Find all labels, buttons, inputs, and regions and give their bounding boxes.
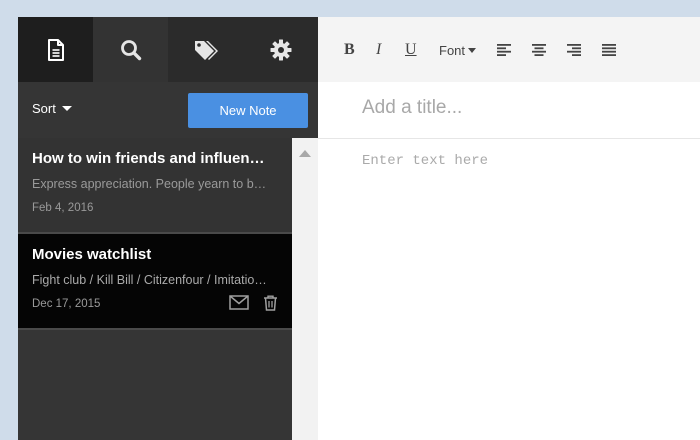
note-date: Dec 17, 2015 [32,298,101,310]
note-actions [229,295,278,311]
sort-label: Sort [32,101,56,116]
align-center-icon [532,44,546,56]
italic-button[interactable]: I [376,39,381,61]
list-item[interactable]: How to win friends and influence people … [18,138,292,234]
note-title: Movies watchlist [32,246,152,263]
note-excerpt: Fight club / Kill Bill / Citizenfour / I… [32,273,272,287]
new-note-button[interactable]: New Note [188,93,308,128]
chevron-down-icon [61,106,72,111]
trash-icon[interactable] [263,295,278,311]
scroll-up-arrow-icon[interactable] [299,150,311,157]
note-excerpt: Express appreciation. People yearn to be… [32,177,272,191]
align-left-icon [497,44,511,56]
align-right-icon [567,44,581,56]
title-input[interactable] [362,97,700,119]
sort-dropdown[interactable]: Sort [32,101,72,116]
format-toolbar: B I U Font [318,17,700,82]
mail-icon[interactable] [229,295,249,311]
sidebar: Sort New Note How to win friends and inf… [18,17,318,440]
notes-list: How to win friends and influence people … [18,138,292,330]
tab-settings[interactable] [243,17,318,82]
tab-search[interactable] [93,17,168,82]
align-left-button[interactable] [497,39,511,61]
gear-icon [270,39,291,60]
editor-pane: B I U Font [318,17,700,440]
document-icon [47,38,64,61]
search-icon [120,39,141,60]
title-divider [318,138,700,139]
notes-app: Sort New Note How to win friends and inf… [18,17,700,440]
note-date: Feb 4, 2016 [32,202,94,214]
tags-icon [194,40,218,60]
notes-scrollbar[interactable] [292,138,318,440]
note-title: How to win friends and influence people [32,150,272,167]
justify-button[interactable] [602,39,616,61]
sidebar-tabbar [18,17,318,82]
tab-notes[interactable] [18,17,93,82]
align-right-button[interactable] [567,39,581,61]
underline-button[interactable]: U [405,39,417,61]
sidebar-toolbar: Sort New Note [18,82,318,138]
align-justify-icon [602,44,616,56]
chevron-down-icon [468,47,477,53]
font-dropdown[interactable]: Font [439,39,477,61]
tab-tags[interactable] [168,17,243,82]
align-center-button[interactable] [532,39,546,61]
list-item[interactable]: Movies watchlist Fight club / Kill Bill … [18,234,292,330]
note-body-input[interactable] [362,153,700,413]
font-label: Font [439,42,466,58]
bold-button[interactable]: B [344,39,355,61]
